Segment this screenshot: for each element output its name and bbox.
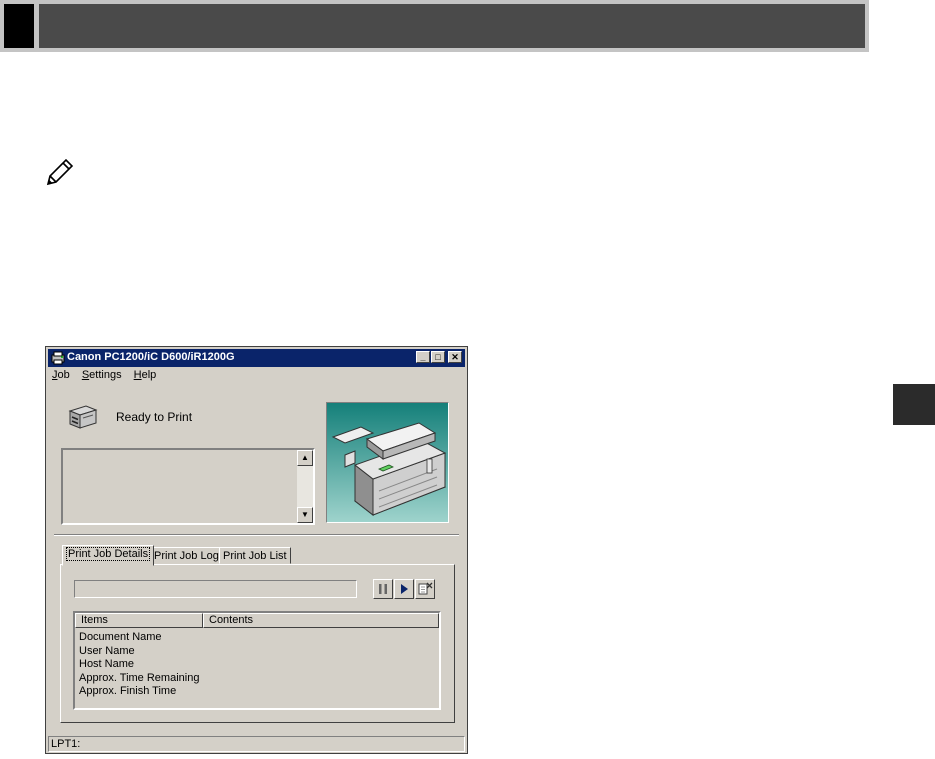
window-titlebar[interactable]: Canon PC1200/iC D600/iR1200G _ □ ✕ (48, 349, 465, 367)
tab-print-job-list-label: Print Job List (223, 550, 287, 562)
job-progress-bar (74, 580, 357, 598)
tab-print-job-details-label: Print Job Details (66, 547, 151, 561)
play-icon (401, 584, 408, 594)
chapter-side-tab (893, 384, 935, 425)
printer-status-text: Ready to Print (116, 410, 193, 424)
maximize-button[interactable]: □ (431, 351, 445, 363)
scroll-up-button[interactable]: ▲ (297, 450, 313, 466)
pause-button[interactable] (373, 579, 393, 599)
minimize-button[interactable]: _ (416, 351, 430, 363)
column-header-contents[interactable]: Contents (203, 613, 439, 628)
scroll-down-button[interactable]: ▼ (297, 507, 313, 523)
menu-settings[interactable]: Settings (82, 369, 122, 381)
menu-bar: Job Settings Help (52, 369, 165, 385)
menu-settings-label: ettings (89, 369, 122, 381)
tab-print-job-list[interactable]: Print Job List (219, 547, 291, 564)
list-item: Approx. Time Remaining (79, 672, 200, 684)
column-header-items[interactable]: Items (75, 613, 203, 628)
chapter-header-marker (4, 4, 34, 48)
printer-app-icon (51, 351, 65, 365)
list-item: Host Name (79, 658, 135, 670)
tab-print-job-log-label: Print Job Log (154, 550, 219, 562)
delete-job-button[interactable] (415, 579, 435, 599)
tab-print-job-details[interactable]: Print Job Details (62, 545, 155, 566)
delete-job-icon (418, 582, 433, 595)
job-details-list: Items Contents Document Name User Name H… (73, 611, 441, 710)
menu-job[interactable]: Job (52, 369, 70, 381)
window-title: Canon PC1200/iC D600/iR1200G (67, 351, 235, 363)
resume-button[interactable] (394, 579, 414, 599)
printer-status-window: Canon PC1200/iC D600/iR1200G _ □ ✕ Job S… (45, 346, 468, 754)
note-pencil-icon (46, 158, 74, 186)
status-bar-port: LPT1: (51, 738, 81, 750)
menu-help[interactable]: Help (134, 369, 157, 381)
list-item: Approx. Finish Time (79, 685, 177, 697)
tab-print-job-log[interactable]: Print Job Log (150, 547, 223, 564)
printer-illustration-graphic (331, 422, 447, 517)
chapter-header-band (0, 0, 869, 52)
status-message-scrollbar[interactable]: ▲ ▼ (297, 450, 313, 523)
menu-help-accel: H (133, 369, 142, 381)
section-divider (54, 534, 459, 536)
menu-job-label: ob (57, 369, 70, 381)
menu-help-label: elp (141, 369, 157, 381)
status-bar: LPT1: (48, 736, 465, 752)
print-job-details-panel: Items Contents Document Name User Name H… (60, 564, 455, 723)
close-button[interactable]: ✕ (448, 351, 462, 363)
printer-icon (68, 405, 98, 429)
pause-icon (379, 584, 387, 594)
status-message-list[interactable]: ▲ ▼ (61, 448, 315, 525)
chapter-header-bar (39, 4, 865, 48)
list-item: User Name (79, 645, 135, 657)
printer-illustration (326, 402, 449, 523)
list-item: Document Name (79, 631, 162, 643)
